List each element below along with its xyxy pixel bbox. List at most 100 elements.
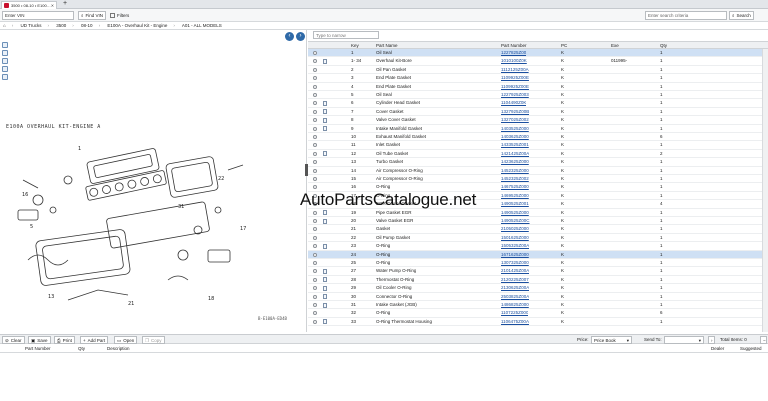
table-row[interactable]: 8 Valve Cover Gasket 1327025Z002 K 1: [308, 116, 768, 125]
breadcrumb-item[interactable]: UD Trucks: [20, 23, 41, 28]
send-to-select[interactable]: ▾: [664, 336, 704, 344]
table-row[interactable]: 25 O-Ring 1307325Z000 K 1: [308, 259, 768, 268]
row-part-number[interactable]: 2120225Z007: [501, 276, 529, 284]
column-suggested[interactable]: Suggested: [740, 345, 762, 352]
document-icon[interactable]: [323, 117, 327, 123]
table-row[interactable]: 30 Connector O-Ring 2503825Z00A K 1: [308, 293, 768, 301]
document-icon[interactable]: [323, 151, 327, 157]
type-to-narrow-input[interactable]: Type to narrow: [313, 31, 379, 39]
close-tab-icon[interactable]: ✕: [51, 3, 54, 8]
row-part-number[interactable]: 2503825Z00A: [501, 293, 529, 301]
breadcrumb-item[interactable]: E100A - Overhaul Kit - Engine: [107, 23, 167, 28]
row-select-radio[interactable]: [313, 118, 317, 123]
row-part-number[interactable]: 1104490Z0K: [501, 99, 526, 107]
document-icon[interactable]: [323, 58, 327, 64]
exploded-parts-diagram[interactable]: 1 22 17 31 5 18 21 13 16: [8, 140, 258, 310]
row-part-number[interactable]: 1227925Z003: [501, 91, 529, 99]
column-description[interactable]: Description: [107, 345, 130, 352]
row-part-number[interactable]: 1307325Z000: [501, 259, 529, 267]
table-row[interactable]: 21 Gasket 2105025Z000 K 1: [308, 225, 768, 234]
row-select-radio[interactable]: [313, 294, 317, 299]
search-button[interactable]: ⌕ Search: [729, 11, 754, 20]
breadcrumb-item[interactable]: 3500: [56, 23, 66, 28]
previous-arrow-icon[interactable]: ‹: [285, 32, 294, 41]
find-vin-button[interactable]: ⌕ Find VIN: [78, 11, 107, 20]
send-button[interactable]: ›: [708, 336, 715, 344]
row-select-radio[interactable]: [313, 252, 317, 257]
row-part-number[interactable]: 1452325Z002: [501, 175, 529, 183]
row-select-radio[interactable]: [313, 109, 317, 114]
copy-button[interactable]: ❐ Copy: [142, 336, 165, 344]
row-part-number[interactable]: 1490525Z00C: [501, 217, 530, 225]
document-icon[interactable]: [323, 218, 327, 224]
collapse-button[interactable]: −: [760, 336, 767, 344]
row-part-number[interactable]: 1106475Z00A: [501, 318, 529, 326]
row-select-radio[interactable]: [313, 126, 317, 131]
table-row[interactable]: 27 Water Pump O-Ring 2101425Z00A K 1: [308, 267, 768, 276]
breadcrumb-item[interactable]: 08-10: [81, 23, 93, 28]
row-part-number[interactable]: 1403525Z000: [501, 125, 529, 133]
row-part-number[interactable]: 1452325Z000: [501, 167, 529, 175]
price-select[interactable]: Price Book ▾: [591, 336, 632, 344]
row-part-number[interactable]: 2101425Z00A: [501, 267, 529, 275]
table-row[interactable]: 9 Intake Manifold Gasket 1403525Z000 K 1: [308, 125, 768, 133]
table-row[interactable]: 6 Cylinder Head Gasket 1104490Z0K K 1: [308, 99, 768, 108]
table-row[interactable]: 20 Valve Gasket EGR 1490525Z00C K 1: [308, 217, 768, 226]
table-row[interactable]: 4 End Plate Gasket 1109925Z00E K 1: [308, 83, 768, 91]
row-part-number[interactable]: 1109925Z00E: [501, 74, 529, 82]
row-select-radio[interactable]: [313, 227, 317, 232]
print-button[interactable]: ⎙ Print: [54, 336, 75, 344]
table-row[interactable]: 28 Thermostat O-Ring 2120225Z007 K 1: [308, 276, 768, 285]
row-part-number[interactable]: 1467525Z000: [501, 183, 529, 191]
row-select-radio[interactable]: [313, 177, 317, 181]
row-select-radio[interactable]: [313, 101, 317, 106]
table-row[interactable]: 22 Oil Pump Gasket 1501625Z000 K 1: [308, 234, 768, 243]
row-part-number[interactable]: 1107225Z000: [501, 309, 528, 317]
row-select-radio[interactable]: [313, 261, 317, 265]
document-icon[interactable]: [323, 243, 327, 249]
table-row[interactable]: 5 Oil Seal 1227925Z003 K 1: [308, 91, 768, 100]
table-row[interactable]: 7 Cover Gasket 1327925Z00B K 1: [308, 108, 768, 117]
table-row[interactable]: 11 Inlet Gasket 1433525Z001 K 1: [308, 141, 768, 150]
row-part-number[interactable]: 1109925Z00E: [501, 83, 529, 91]
open-button[interactable]: ▭ Open: [114, 336, 138, 344]
row-part-number[interactable]: 1327925Z00B: [501, 108, 529, 116]
clear-button[interactable]: ⊘ Clear: [2, 336, 25, 344]
column-part-number[interactable]: Part Number: [25, 345, 51, 352]
row-part-number[interactable]: 1469525Z000: [501, 192, 529, 200]
row-select-radio[interactable]: [313, 168, 317, 173]
row-select-radio[interactable]: [313, 311, 317, 316]
add-part-button[interactable]: + Add Part: [80, 336, 109, 344]
row-part-number[interactable]: 1490525Z001: [501, 200, 529, 208]
row-part-number[interactable]: 1403625Z000: [501, 133, 529, 141]
row-part-number[interactable]: 1421425Z00A: [501, 150, 529, 158]
row-select-radio[interactable]: [313, 286, 317, 291]
row-select-radio[interactable]: [313, 235, 317, 240]
row-select-radio[interactable]: [313, 244, 317, 249]
row-select-radio[interactable]: [313, 151, 317, 156]
next-arrow-icon[interactable]: ›: [296, 32, 305, 41]
document-icon[interactable]: [323, 210, 327, 216]
pan-icon[interactable]: [2, 66, 8, 72]
document-icon[interactable]: [323, 109, 327, 115]
row-select-radio[interactable]: [313, 160, 317, 165]
table-row[interactable]: 13 Turbo Gasket 1423625Z000 K 1: [308, 158, 768, 167]
row-select-radio[interactable]: [313, 303, 317, 307]
row-part-number[interactable]: 1227825Z00: [501, 49, 526, 57]
table-row[interactable]: 1- 34 Overhaul Kit-Bore 1010100Z0K K 011995-…: [308, 57, 768, 66]
row-select-radio[interactable]: [313, 76, 317, 81]
table-row[interactable]: 24 O-Ring 1671625Z000 K 1: [308, 250, 768, 259]
row-select-radio[interactable]: [313, 219, 317, 223]
document-icon[interactable]: [323, 302, 327, 308]
column-key[interactable]: Key: [351, 42, 359, 49]
filters-button[interactable]: Filters: [108, 11, 131, 20]
row-part-number[interactable]: 1671625Z000: [501, 251, 529, 259]
table-row[interactable]: 10 Exhaust Manifold Gasket 1403625Z000 K 6: [308, 133, 768, 142]
tab-catalog[interactable]: 3500 • 08-10 • E100… ✕: [1, 1, 57, 9]
row-part-number[interactable]: 1501625Z000: [501, 234, 529, 242]
row-part-number[interactable]: 1327025Z002: [501, 116, 529, 124]
vin-input[interactable]: Enter VIN: [2, 11, 74, 20]
column-qty[interactable]: Qty: [78, 345, 85, 352]
column-part-name[interactable]: Part Name: [376, 42, 398, 49]
row-part-number[interactable]: 1423625Z000: [501, 158, 529, 166]
